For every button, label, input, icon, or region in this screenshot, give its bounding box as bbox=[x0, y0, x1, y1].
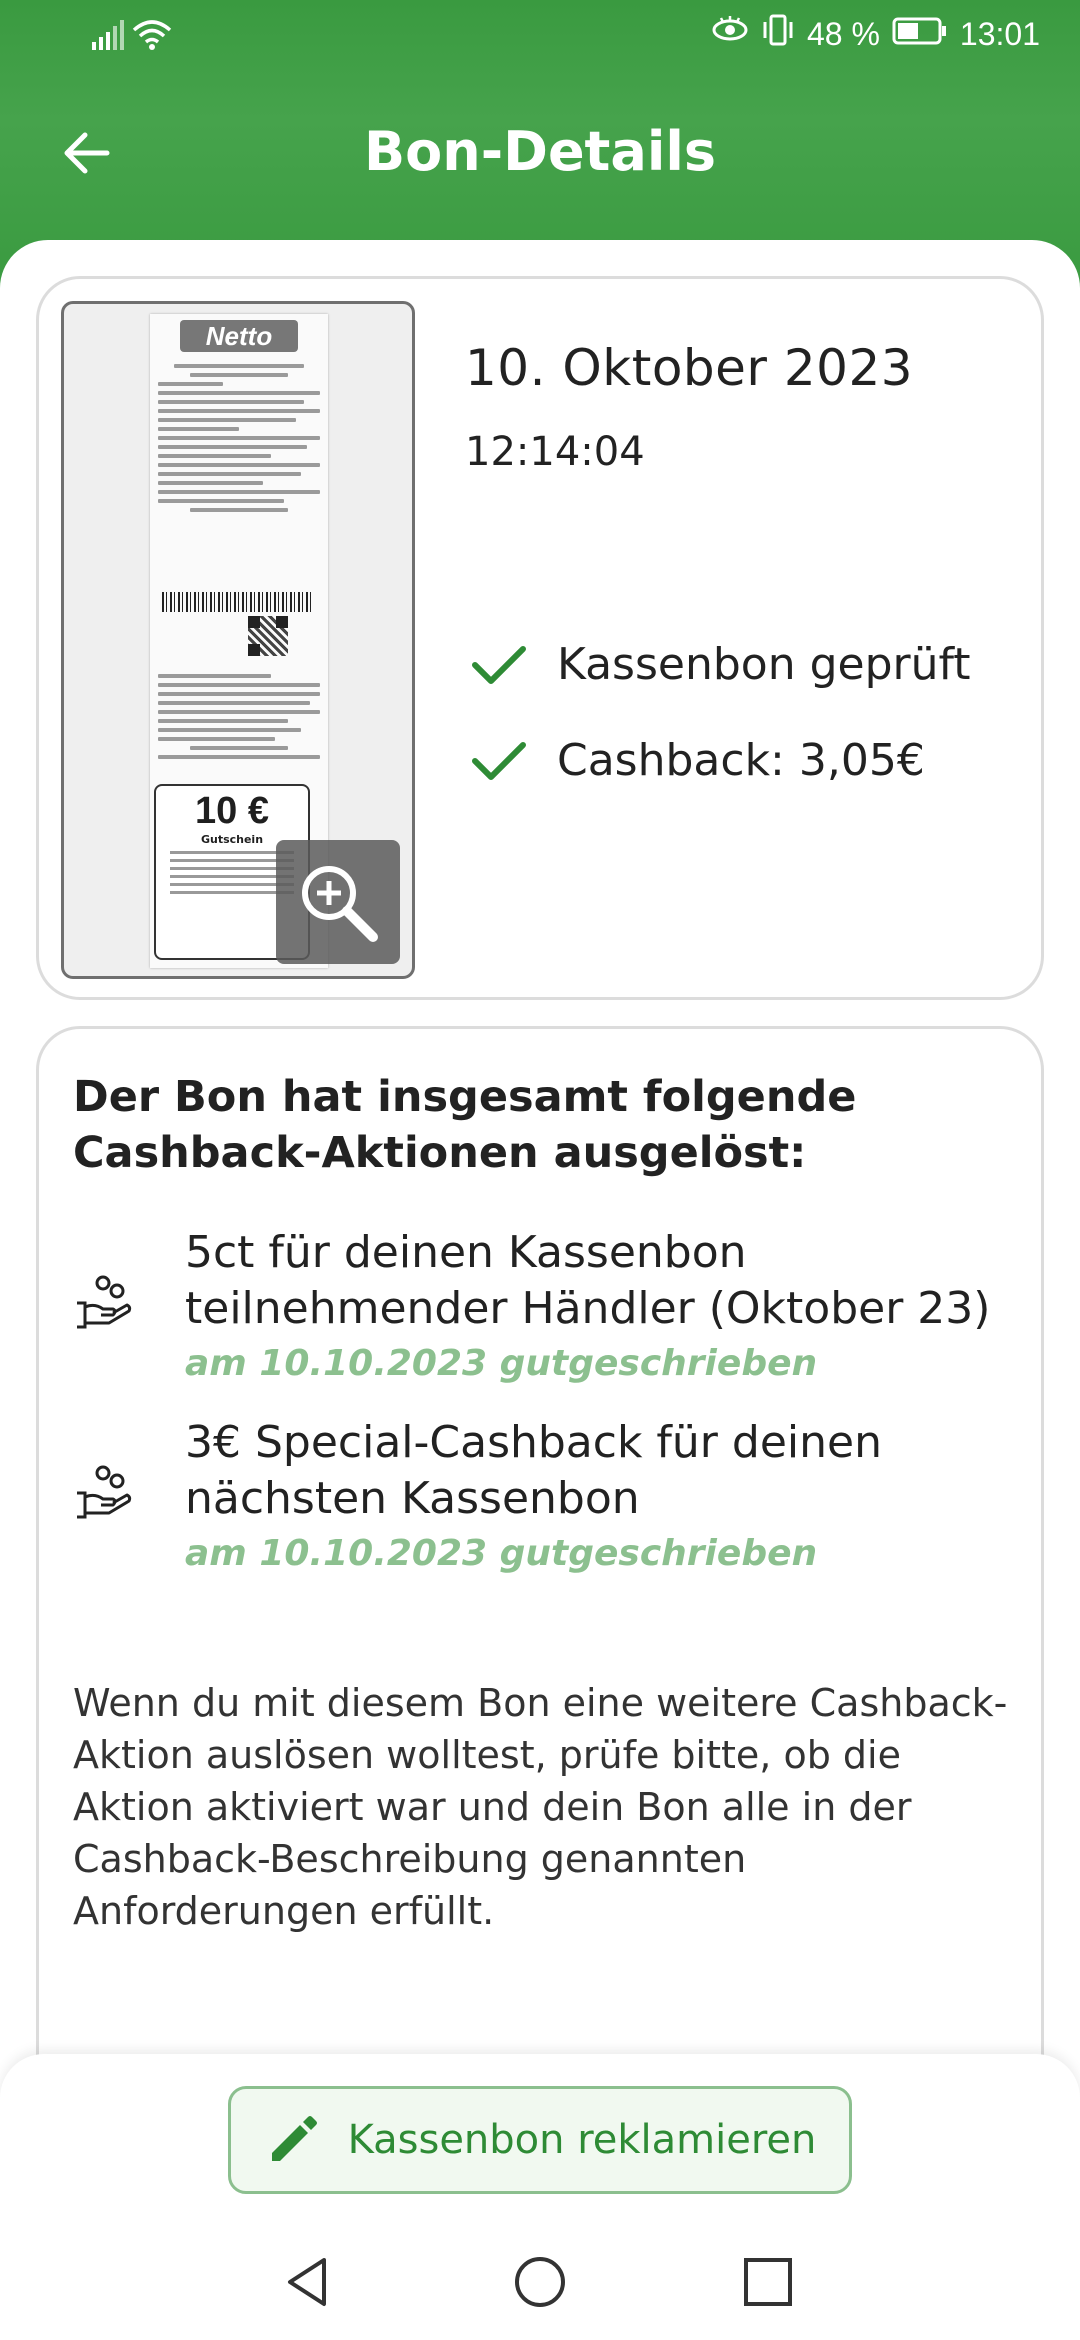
check-cashback: Cashback: 3,05€ bbox=[471, 735, 925, 786]
claim-receipt-label: Kassenbon reklamieren bbox=[347, 2117, 817, 2163]
vibrate-icon bbox=[761, 14, 795, 54]
receipt-lines-2 bbox=[158, 674, 320, 764]
claim-receipt-button[interactable]: Kassenbon reklamieren bbox=[228, 2086, 852, 2194]
battery-percent: 48 % bbox=[806, 15, 880, 52]
actions-heading: Der Bon hat insgesamt folgende Cashback-… bbox=[73, 1072, 857, 1178]
eye-icon bbox=[711, 15, 749, 53]
signal-icon bbox=[92, 20, 126, 58]
checkmark-icon bbox=[472, 741, 526, 780]
check-label: Kassenbon geprüft bbox=[557, 639, 971, 690]
hand-coins-icon bbox=[77, 1465, 132, 1519]
checkmark-icon bbox=[472, 645, 526, 684]
app-bar: Bon-Details bbox=[0, 90, 1080, 220]
coupon-value: 10 € bbox=[195, 790, 269, 832]
wifi-icon bbox=[132, 18, 172, 58]
nav-back-button[interactable] bbox=[276, 2250, 340, 2314]
receipt-date: 10. Oktober 2023 bbox=[465, 339, 914, 397]
pencil-icon bbox=[271, 2116, 317, 2161]
battery-icon bbox=[892, 15, 948, 53]
cashback-actions-card: Der Bon hat insgesamt folgende Cashback-… bbox=[36, 1026, 1044, 2230]
square-recents-icon bbox=[744, 2258, 792, 2306]
action-title: 3€ Special-Cashback für deinen nächsten … bbox=[185, 1417, 882, 1524]
status-time: 13:01 bbox=[959, 15, 1040, 52]
receipt-barcode bbox=[162, 592, 312, 612]
check-receipt-verified: Kassenbon geprüft bbox=[471, 639, 970, 690]
nav-home-button[interactable] bbox=[508, 2250, 572, 2314]
content-sheet: Netto 10 € Gutschein 10. Oktober 2023 12… bbox=[0, 240, 1080, 2340]
circle-home-icon bbox=[515, 2257, 565, 2307]
status-bar: 48 % 13:01 bbox=[0, 0, 1080, 72]
action-credit-date: am 10.10.2023 gutgeschrieben bbox=[185, 1343, 818, 1384]
receipt-qr-code bbox=[248, 616, 288, 656]
page-title: Bon-Details bbox=[364, 120, 716, 183]
check-label: Cashback: 3,05€ bbox=[557, 735, 925, 786]
nav-recents-button[interactable] bbox=[736, 2250, 800, 2314]
triangle-back-icon bbox=[288, 2258, 326, 2306]
zoom-button[interactable] bbox=[276, 840, 400, 964]
receipt-lines bbox=[158, 364, 320, 517]
receipt-card: Netto 10 € Gutschein 10. Oktober 2023 12… bbox=[36, 276, 1044, 1000]
zoom-in-icon bbox=[302, 866, 378, 942]
receipt-thumbnail[interactable]: Netto 10 € Gutschein bbox=[61, 301, 415, 979]
action-credit-date: am 10.10.2023 gutgeschrieben bbox=[185, 1533, 818, 1574]
hand-coins-icon bbox=[77, 1275, 132, 1329]
system-nav-bar bbox=[0, 2222, 1080, 2340]
bottom-panel: Kassenbon reklamieren bbox=[0, 2054, 1080, 2222]
actions-note: Wenn du mit diesem Bon eine weitere Cash… bbox=[73, 1681, 1008, 1933]
receipt-time: 12:14:04 bbox=[465, 429, 645, 475]
action-title: 5ct für deinen Kassenbon teilnehmender H… bbox=[185, 1227, 991, 1334]
store-logo: Netto bbox=[180, 320, 298, 352]
